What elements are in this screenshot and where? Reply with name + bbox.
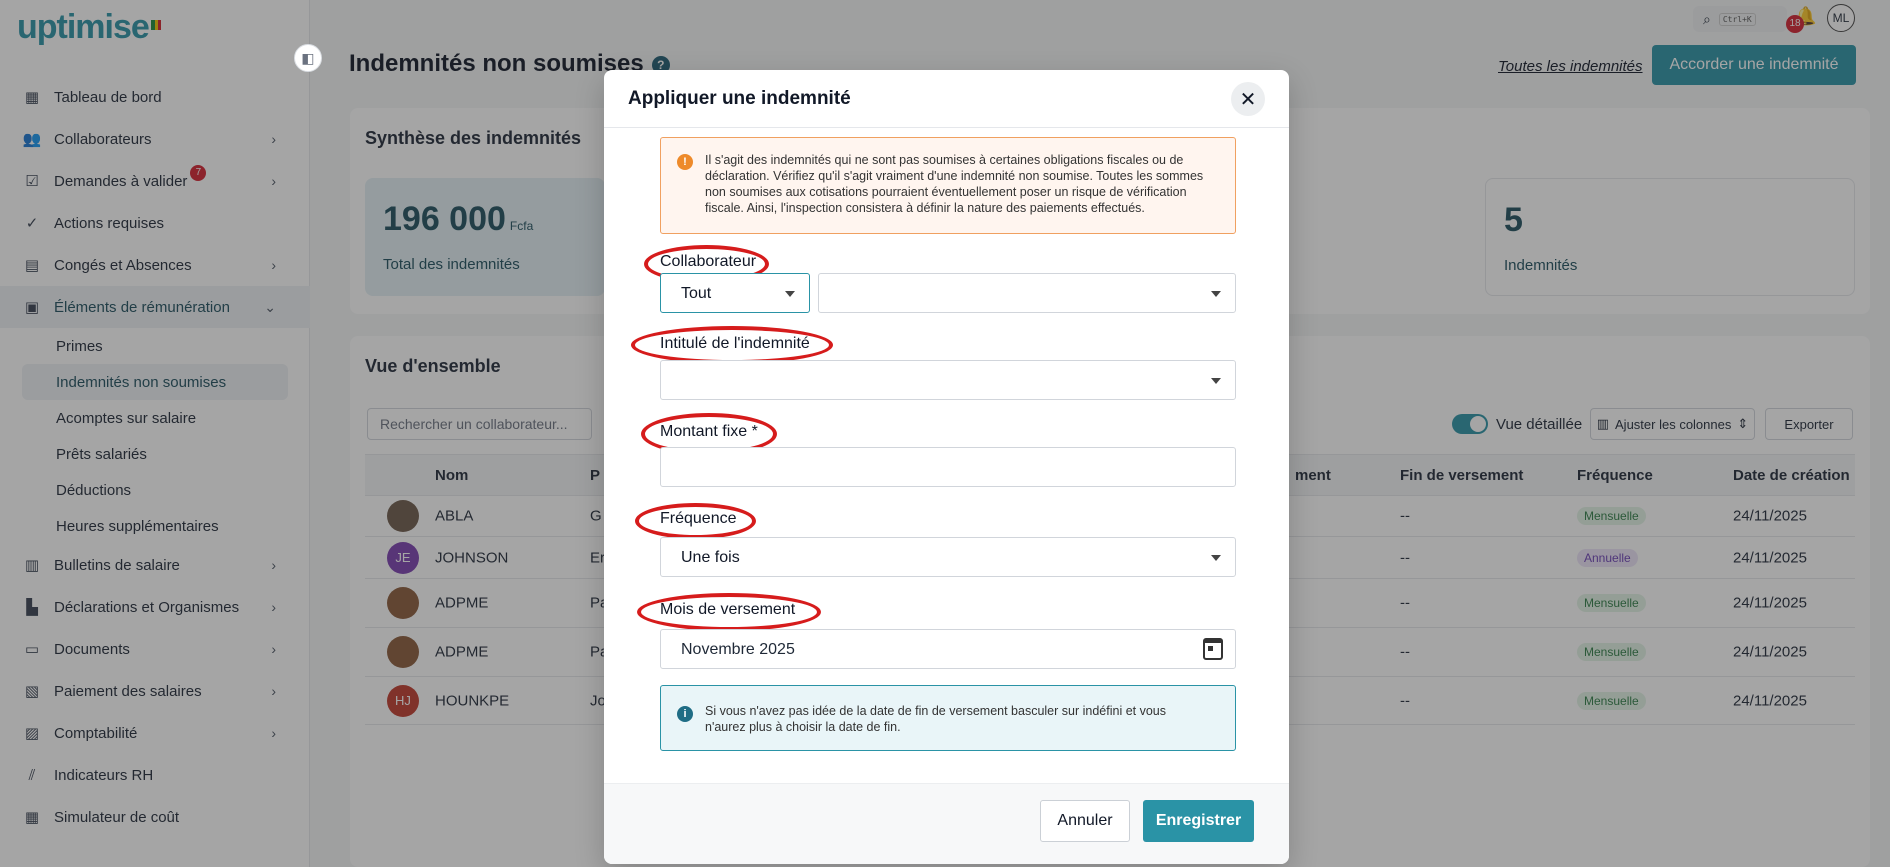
collaborator-label: Collaborateur: [660, 253, 757, 270]
payment-month-input[interactable]: Novembre 2025: [660, 629, 1236, 669]
modal-footer: Annuler Enregistrer: [604, 783, 1289, 864]
modal-header: Appliquer une indemnité ✕: [604, 70, 1289, 128]
calendar-icon[interactable]: [1203, 638, 1223, 660]
info-icon: i: [677, 706, 693, 722]
caret-down-icon: [1211, 291, 1221, 297]
allowance-select[interactable]: [660, 360, 1236, 400]
info-text: Si vous n'avez pas idée de la date de fi…: [705, 704, 1166, 734]
info-alert: i Si vous n'avez pas idée de la date de …: [660, 685, 1236, 751]
amount-label: Montant fixe *: [660, 423, 758, 440]
save-button[interactable]: Enregistrer: [1143, 800, 1254, 842]
sidebar-collapse-icon[interactable]: ◧: [294, 44, 322, 72]
caret-down-icon: [1211, 378, 1221, 384]
collaborator-scope-select[interactable]: Tout: [660, 273, 810, 313]
frequency-select[interactable]: Une fois: [660, 537, 1236, 577]
cancel-button[interactable]: Annuler: [1040, 800, 1130, 842]
warning-text: Il s'agit des indemnités qui ne sont pas…: [705, 153, 1204, 215]
close-icon[interactable]: ✕: [1231, 82, 1265, 116]
collaborator-select[interactable]: [818, 273, 1236, 313]
amount-input[interactable]: [660, 447, 1236, 487]
warning-icon: !: [677, 154, 693, 170]
allowance-label: Intitulé de l'indemnité: [660, 335, 810, 352]
caret-down-icon: [1211, 555, 1221, 561]
frequency-label: Fréquence: [660, 510, 737, 527]
warning-alert: ! Il s'agit des indemnités qui ne sont p…: [660, 137, 1236, 234]
modal-title: Appliquer une indemnité: [628, 88, 851, 109]
caret-down-icon: [785, 291, 795, 297]
apply-allowance-modal: Appliquer une indemnité ✕ ! Il s'agit de…: [604, 70, 1289, 864]
month-label: Mois de versement: [660, 601, 796, 618]
